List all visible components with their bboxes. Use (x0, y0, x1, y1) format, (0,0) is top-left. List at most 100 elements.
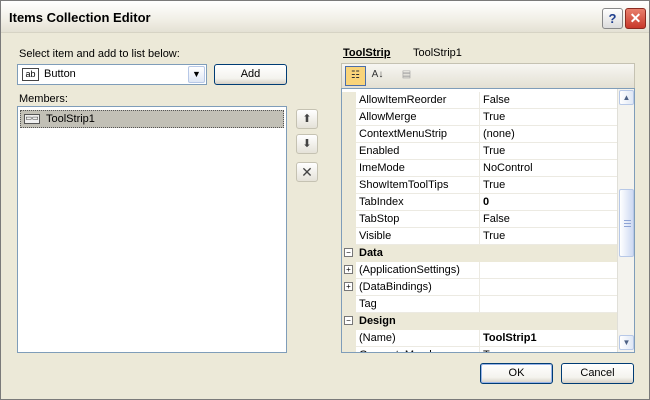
item-type-combobox[interactable]: ab Button ▼ (17, 64, 207, 85)
alphabetical-button[interactable]: A↓ (367, 66, 388, 86)
help-icon: ? (608, 11, 617, 26)
property-name: AllowItemReorder (359, 94, 447, 106)
property-name: ShowItemToolTips (359, 179, 449, 191)
property-value[interactable]: False (479, 92, 618, 109)
property-value[interactable]: (none) (479, 126, 618, 143)
delete-icon: ✕ (301, 164, 313, 180)
property-value[interactable]: ToolStrip1 (479, 330, 618, 347)
move-up-button[interactable]: ⬆ (296, 109, 318, 129)
property-row[interactable]: GenerateMember True (342, 347, 618, 352)
property-name: (Name) (359, 332, 396, 344)
row-gutter (342, 211, 356, 228)
property-row[interactable]: + (DataBindings) (342, 279, 618, 296)
window-title: Items Collection Editor (9, 10, 151, 25)
title-bar[interactable]: Items Collection Editor ? ✕ (1, 1, 649, 33)
property-name: Enabled (359, 145, 400, 157)
property-value[interactable]: NoControl (479, 160, 618, 177)
property-value[interactable] (479, 279, 618, 296)
members-label: Members: (19, 93, 68, 105)
property-row[interactable]: AllowItemReorder False (342, 92, 618, 109)
ok-button[interactable]: OK (480, 363, 553, 384)
members-list[interactable]: ▭▭ ToolStrip1 (17, 106, 287, 353)
property-value[interactable]: True (479, 228, 618, 245)
row-gutter (342, 177, 356, 194)
property-row[interactable]: Visible True (342, 228, 618, 245)
property-value[interactable] (479, 262, 618, 279)
expand-icon[interactable]: + (344, 282, 353, 291)
select-item-label: Select item and add to list below: (19, 48, 180, 60)
items-collection-editor-dialog: Items Collection Editor ? ✕ Select item … (0, 0, 650, 400)
property-value[interactable]: True (479, 109, 618, 126)
alphabetical-icon: A↓ (371, 69, 384, 80)
close-icon: ✕ (629, 10, 642, 26)
categorized-button[interactable]: ☷ (345, 66, 366, 86)
toolstrip-icon: ▭▭ (24, 114, 40, 124)
property-name: ImeMode (359, 162, 405, 174)
property-category-row[interactable]: − Design (342, 313, 618, 330)
help-button[interactable]: ? (602, 8, 623, 29)
property-value[interactable]: True (479, 347, 618, 352)
property-grid-scrollbar[interactable]: ▲ ▼ (617, 89, 634, 352)
scroll-thumb[interactable] (619, 189, 634, 257)
property-value[interactable]: True (479, 177, 618, 194)
property-row[interactable]: ContextMenuStrip (none) (342, 126, 618, 143)
row-gutter (342, 92, 356, 109)
property-pages-button[interactable]: ▤ (396, 66, 417, 86)
property-name: ContextMenuStrip (359, 128, 448, 140)
property-object-type: ToolStrip (343, 47, 391, 59)
arrow-down-icon: ⬇ (302, 138, 312, 150)
row-gutter (342, 109, 356, 126)
property-row[interactable]: AllowMerge True (342, 109, 618, 126)
property-value[interactable] (479, 296, 618, 313)
property-name: GenerateMember (359, 349, 445, 352)
property-value[interactable]: 0 (479, 194, 618, 211)
cancel-button[interactable]: Cancel (561, 363, 634, 384)
property-object-name: ToolStrip1 (413, 47, 462, 59)
chevron-down-icon[interactable]: ▼ (188, 66, 205, 83)
row-gutter (342, 347, 356, 352)
property-pages-icon: ▤ (401, 69, 412, 80)
row-gutter (342, 228, 356, 245)
property-row[interactable]: Enabled True (342, 143, 618, 160)
property-row[interactable]: TabStop False (342, 211, 618, 228)
property-category-row[interactable]: − Data (342, 245, 618, 262)
property-name: AllowMerge (359, 111, 417, 123)
property-row[interactable]: (Name) ToolStrip1 (342, 330, 618, 347)
row-gutter (342, 194, 356, 211)
collapse-icon[interactable]: − (344, 316, 353, 325)
property-name: Tag (359, 298, 377, 310)
property-row[interactable]: Tag (342, 296, 618, 313)
category-name: Data (359, 247, 383, 259)
property-value[interactable]: False (479, 211, 618, 228)
property-row[interactable]: ImeMode NoControl (342, 160, 618, 177)
close-button[interactable]: ✕ (625, 8, 646, 29)
list-item[interactable]: ▭▭ ToolStrip1 (20, 110, 284, 128)
row-gutter (342, 330, 356, 347)
remove-button[interactable]: ✕ (296, 162, 318, 182)
row-gutter (342, 143, 356, 160)
property-value[interactable]: True (479, 143, 618, 160)
scroll-up-arrow-icon[interactable]: ▲ (619, 90, 634, 105)
property-row[interactable]: TabIndex 0 (342, 194, 618, 211)
categorized-icon: ☷ (351, 70, 360, 81)
item-type-value: Button (44, 68, 76, 80)
arrow-up-icon: ⬆ (302, 113, 312, 125)
property-name: (DataBindings) (359, 281, 432, 293)
property-name: Visible (359, 230, 392, 242)
property-row[interactable]: + (ApplicationSettings) (342, 262, 618, 279)
list-item-label: ToolStrip1 (46, 113, 95, 125)
property-grid-toolbar: ☷ A↓ ▤ (341, 63, 635, 88)
scroll-down-arrow-icon[interactable]: ▼ (619, 335, 634, 350)
collapse-icon[interactable]: − (344, 248, 353, 257)
property-name: (ApplicationSettings) (359, 264, 460, 276)
property-name: TabStop (359, 213, 400, 225)
expand-icon[interactable]: + (344, 265, 353, 274)
add-button[interactable]: Add (214, 64, 287, 85)
move-down-button[interactable]: ⬇ (296, 134, 318, 154)
category-name: Design (359, 315, 396, 327)
property-name: TabIndex (359, 196, 404, 208)
property-rows: AllowItemReorder False AllowMerge True Conte… (342, 92, 618, 352)
property-grid[interactable]: AllowItemReorder False AllowMerge True Conte… (341, 88, 635, 353)
property-row[interactable]: ShowItemToolTips True (342, 177, 618, 194)
row-gutter (342, 296, 356, 313)
